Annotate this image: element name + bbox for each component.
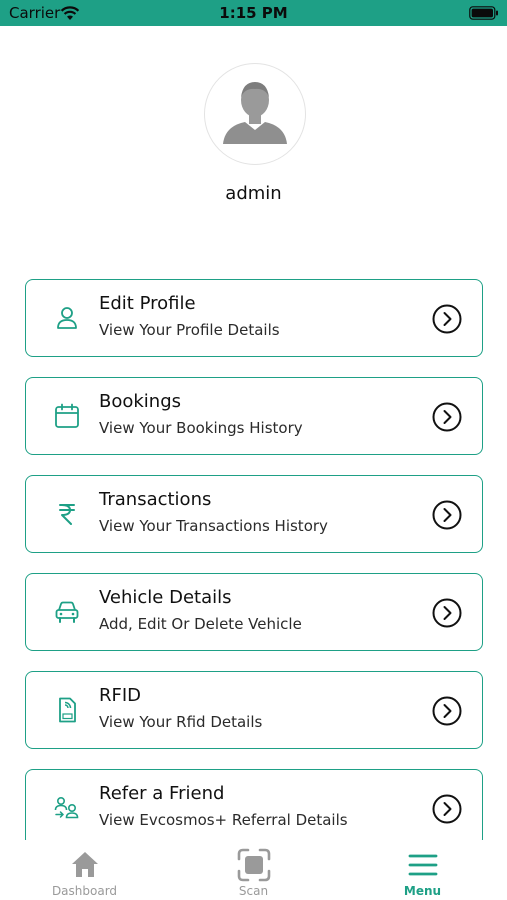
menu-item-subtitle: View Your Bookings History (99, 419, 303, 437)
status-time: 1:15 PM (219, 4, 288, 22)
tab-label: Menu (403, 884, 442, 898)
menu-item-rfid[interactable]: RFID View Your Rfid Details (25, 671, 483, 749)
tab-menu[interactable]: Menu (338, 840, 507, 900)
profile-avatar[interactable] (204, 63, 306, 165)
chevron-right-circle-icon[interactable] (432, 794, 462, 824)
menu-item-vehicle-details[interactable]: Vehicle Details Add, Edit Or Delete Vehi… (25, 573, 483, 651)
calendar-icon (55, 403, 79, 428)
rupee-icon (59, 504, 75, 525)
chevron-right-circle-icon[interactable] (432, 696, 462, 726)
status-bar: Carrier 1:15 PM (0, 0, 507, 26)
menu-item-title: Transactions (99, 489, 212, 510)
menu-item-title: Edit Profile (99, 293, 196, 314)
car-icon (55, 601, 79, 623)
chevron-right-circle-icon[interactable] (432, 304, 462, 334)
chevron-right-circle-icon[interactable] (432, 500, 462, 530)
menu-item-subtitle: View Your Rfid Details (99, 713, 263, 731)
menu-item-subtitle: View Your Transactions History (99, 517, 328, 535)
menu-item-title: RFID (99, 685, 142, 706)
profile-username: admin (225, 183, 282, 204)
rfid-card-icon (59, 697, 76, 723)
menu-item-edit-profile[interactable]: Edit Profile View Your Profile Details (25, 279, 483, 357)
chevron-right-circle-icon[interactable] (432, 598, 462, 628)
person-icon (57, 307, 77, 329)
tab-label: Dashboard (51, 884, 118, 898)
tab-scan[interactable]: Scan (169, 840, 338, 900)
scan-icon (237, 848, 271, 882)
default-user-avatar-icon (223, 82, 287, 144)
menu-item-subtitle: Add, Edit Or Delete Vehicle (99, 615, 302, 633)
menu-item-bookings[interactable]: Bookings View Your Bookings History (25, 377, 483, 455)
menu-item-title: Refer a Friend (99, 783, 225, 804)
menu-item-title: Bookings (99, 391, 182, 412)
tab-label: Scan (238, 884, 269, 898)
tab-bar: Dashboard Scan Menu (0, 840, 507, 900)
menu-item-subtitle: View Your Profile Details (99, 321, 280, 339)
menu-item-transactions[interactable]: Transactions View Your Transactions Hist… (25, 475, 483, 553)
chevron-right-circle-icon[interactable] (432, 402, 462, 432)
tab-dashboard[interactable]: Dashboard (0, 840, 169, 900)
menu-item-refer-a-friend[interactable]: Refer a Friend View Evcosmos+ Referral D… (25, 769, 483, 840)
menu-list: Edit Profile View Your Profile Details B… (25, 279, 483, 840)
hamburger-menu-icon (408, 854, 438, 876)
battery-icon (469, 6, 498, 20)
menu-item-title: Vehicle Details (99, 587, 232, 608)
menu-item-subtitle: View Evcosmos+ Referral Details (99, 811, 348, 829)
home-icon (72, 852, 98, 877)
refer-friends-icon (54, 796, 79, 819)
